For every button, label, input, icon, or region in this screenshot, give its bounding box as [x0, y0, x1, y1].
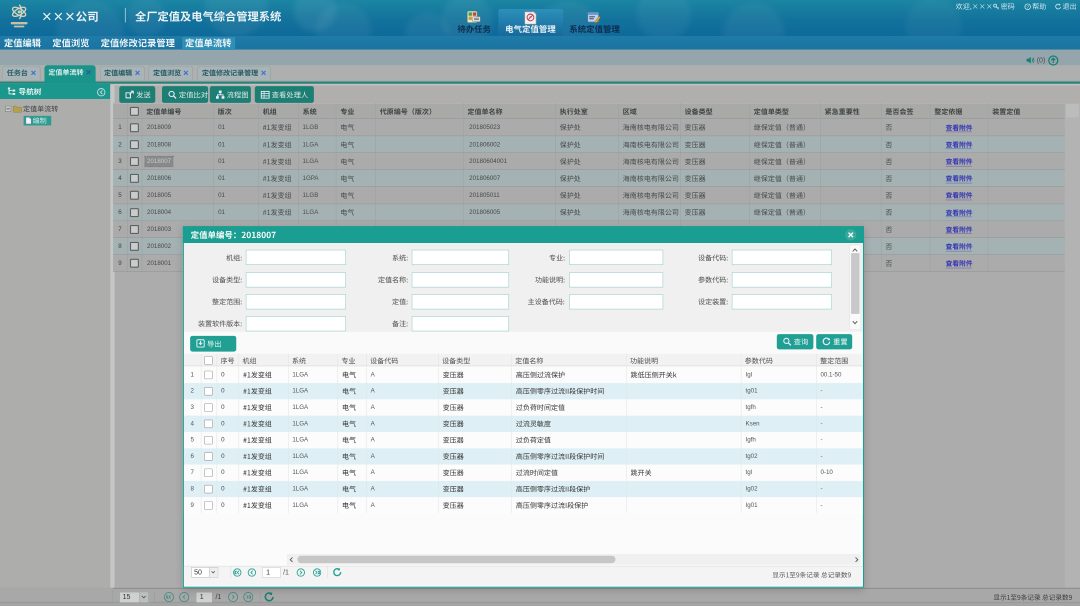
- svg-text:?: ?: [1026, 4, 1029, 9]
